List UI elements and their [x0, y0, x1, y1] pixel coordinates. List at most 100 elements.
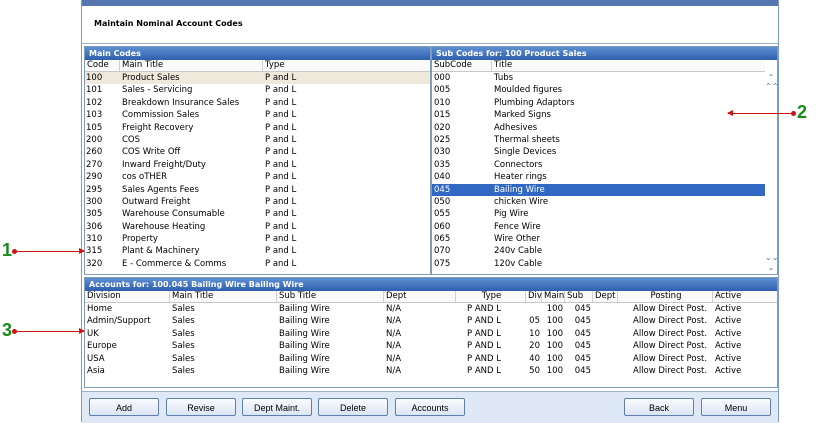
main-code-row[interactable]: 103 Commission Sales P and L	[85, 109, 430, 121]
sub-code-row[interactable]: 015 Marked Signs	[432, 109, 765, 121]
scroll-down-icon[interactable]: ⌄	[765, 263, 777, 272]
column-division[interactable]: Division	[85, 291, 170, 302]
sub-code-code: 070	[434, 246, 451, 257]
account-maincode: 100	[546, 353, 563, 364]
column-div[interactable]: Div	[526, 291, 542, 302]
callout-3-arrowhead	[79, 328, 85, 334]
sub-code-row[interactable]: 000 Tubs	[432, 72, 765, 84]
account-division: USA	[87, 353, 105, 364]
column-posting[interactable]: Posting	[618, 291, 713, 302]
account-dept: N/A	[386, 316, 402, 327]
column-sub[interactable]: Sub Title	[277, 291, 384, 302]
column-subcode[interactable]: Sub	[565, 291, 593, 302]
sub-code-row[interactable]: 025 Thermal sheets	[432, 134, 765, 146]
account-row[interactable]: USA Sales Bailing Wire N/A P AND L 40 100 045 Al…	[85, 353, 777, 365]
account-row[interactable]: Europe Sales Bailing Wire N/A P AND L 20 100 04…	[85, 340, 777, 352]
sub-code-row[interactable]: 055 Pig Wire	[432, 208, 765, 220]
account-sub: Bailing Wire	[279, 341, 330, 352]
main-code-row[interactable]: 295 Sales Agents Fees P and L	[85, 184, 430, 196]
account-sub: Bailing Wire	[279, 316, 330, 327]
main-code-code: 200	[86, 134, 103, 145]
main-code-type: P and L	[265, 209, 297, 220]
sub-code-row[interactable]: 040 Heater rings	[432, 171, 765, 183]
account-row[interactable]: Asia Sales Bailing Wire N/A P AND L 50 100 045 A…	[85, 365, 777, 377]
callout-1: 1	[2, 240, 13, 260]
main-code-row[interactable]: 100 Product Sales P and L	[85, 72, 430, 85]
main-code-row[interactable]: 310 Property P and L	[85, 233, 430, 245]
menu-button[interactable]: Menu	[701, 398, 771, 416]
main-code-row[interactable]: 300 Outward Freight P and L	[85, 196, 430, 208]
callout-1-arrow	[12, 248, 85, 254]
main-code-row[interactable]: 102 Breakdown Insurance Sales P and L	[85, 97, 430, 109]
sub-code-row[interactable]: 070 240v Cable	[432, 245, 765, 257]
sub-code-row[interactable]: 045 Bailing Wire	[432, 183, 765, 196]
sub-code-code: 035	[434, 159, 451, 170]
column-subcode[interactable]: SubCode	[432, 60, 492, 71]
main-code-row[interactable]: 270 Inward Freight/Duty P and L	[85, 159, 430, 171]
column-title[interactable]: Title	[492, 60, 767, 71]
account-type: P AND L	[467, 316, 501, 327]
column-type[interactable]: Type	[263, 60, 430, 71]
main-code-row[interactable]: 305 Warehouse Consumable P and L	[85, 208, 430, 220]
main-code-row[interactable]: 105 Freight Recovery P and L	[85, 122, 430, 134]
main-code-row[interactable]: 101 Sales - Servicing P and L	[85, 84, 430, 96]
scroll-top-icon[interactable]: ⌃⌃	[765, 82, 777, 91]
scroll-up-icon[interactable]: ⌃	[765, 73, 777, 82]
window-title: Maintain Nominal Account Codes	[94, 19, 243, 28]
main-code-row[interactable]: 306 Warehouse Heating P and L	[85, 221, 430, 233]
callout-3-arrow	[12, 328, 85, 334]
sub-code-row[interactable]: 075 120v Cable	[432, 258, 765, 270]
main-code-title: E - Commerce & Comms	[122, 258, 227, 269]
main-code-title: cos oTHER	[122, 172, 168, 183]
column-active[interactable]: Active	[713, 291, 777, 302]
sub-codes-scrollbar[interactable]: ⌃ ⌃⌃ ⌄⌄ ⌄	[765, 71, 777, 274]
sub-code-code: 000	[434, 73, 451, 83]
account-row[interactable]: UK Sales Bailing Wire N/A P AND L 10 100 045 All…	[85, 328, 777, 340]
account-subcode: 045	[574, 328, 591, 339]
accounts-button[interactable]: Accounts	[395, 398, 465, 416]
column-code[interactable]: Code	[85, 60, 120, 71]
add-button[interactable]: Add	[89, 398, 159, 416]
sub-code-row[interactable]: 035 Connectors	[432, 159, 765, 171]
account-row[interactable]: Admin/Support Sales Bailing Wire N/A P AND L…	[85, 315, 777, 327]
main-code-row[interactable]: 290 cos oTHER P and L	[85, 171, 430, 183]
account-main: Sales	[172, 341, 195, 352]
main-code-type: P and L	[265, 246, 297, 257]
column-deptcode[interactable]: Dept	[593, 291, 618, 302]
main-code-row[interactable]: 315 Plant & Machinery P and L	[85, 245, 430, 257]
sub-code-row[interactable]: 005 Moulded figures	[432, 84, 765, 96]
main-codes-header: Main Codes	[85, 47, 430, 60]
sub-code-row[interactable]: 020 Adhesives	[432, 122, 765, 134]
main-code-title: Sales - Servicing	[122, 85, 193, 96]
sub-code-row[interactable]: 060 Fence Wire	[432, 221, 765, 233]
main-code-row[interactable]: 320 E - Commerce & Comms P and L	[85, 258, 430, 270]
scroll-bottom-icon[interactable]: ⌄⌄	[765, 253, 777, 262]
main-code-code: 290	[86, 172, 103, 183]
sub-code-row[interactable]: 050 chicken Wire	[432, 196, 765, 208]
revise-button[interactable]: Revise	[166, 398, 236, 416]
main-code-row[interactable]: 200 COS P and L	[85, 134, 430, 146]
account-active: Active	[715, 304, 742, 314]
account-sub: Bailing Wire	[279, 328, 330, 339]
sub-code-row[interactable]: 010 Plumbing Adaptors	[432, 97, 765, 109]
column-maincode[interactable]: Main	[542, 291, 565, 302]
account-sub: Bailing Wire	[279, 365, 330, 376]
main-code-type: P and L	[265, 221, 297, 232]
sub-code-row[interactable]: 030 Single Devices	[432, 146, 765, 158]
column-main-title[interactable]: Main Title	[120, 60, 263, 71]
back-button[interactable]: Back	[624, 398, 694, 416]
account-div: 40	[529, 353, 540, 364]
column-type[interactable]: Type	[456, 291, 526, 302]
main-code-row[interactable]: 260 COS Write Off P and L	[85, 146, 430, 158]
sub-code-title: Connectors	[494, 159, 543, 170]
column-main[interactable]: Main Title	[170, 291, 277, 302]
sub-code-row[interactable]: 065 Wire Other	[432, 233, 765, 245]
account-dept: N/A	[386, 328, 402, 339]
account-row[interactable]: Home Sales Bailing Wire N/A P AND L 100 045 All…	[85, 303, 777, 315]
account-type: P AND L	[467, 341, 501, 352]
account-maincode: 100	[546, 341, 563, 352]
title-separator	[82, 43, 778, 44]
delete-button[interactable]: Delete	[318, 398, 388, 416]
column-dept[interactable]: Dept	[384, 291, 456, 302]
dept-maint-button[interactable]: Dept Maint.	[242, 398, 312, 416]
